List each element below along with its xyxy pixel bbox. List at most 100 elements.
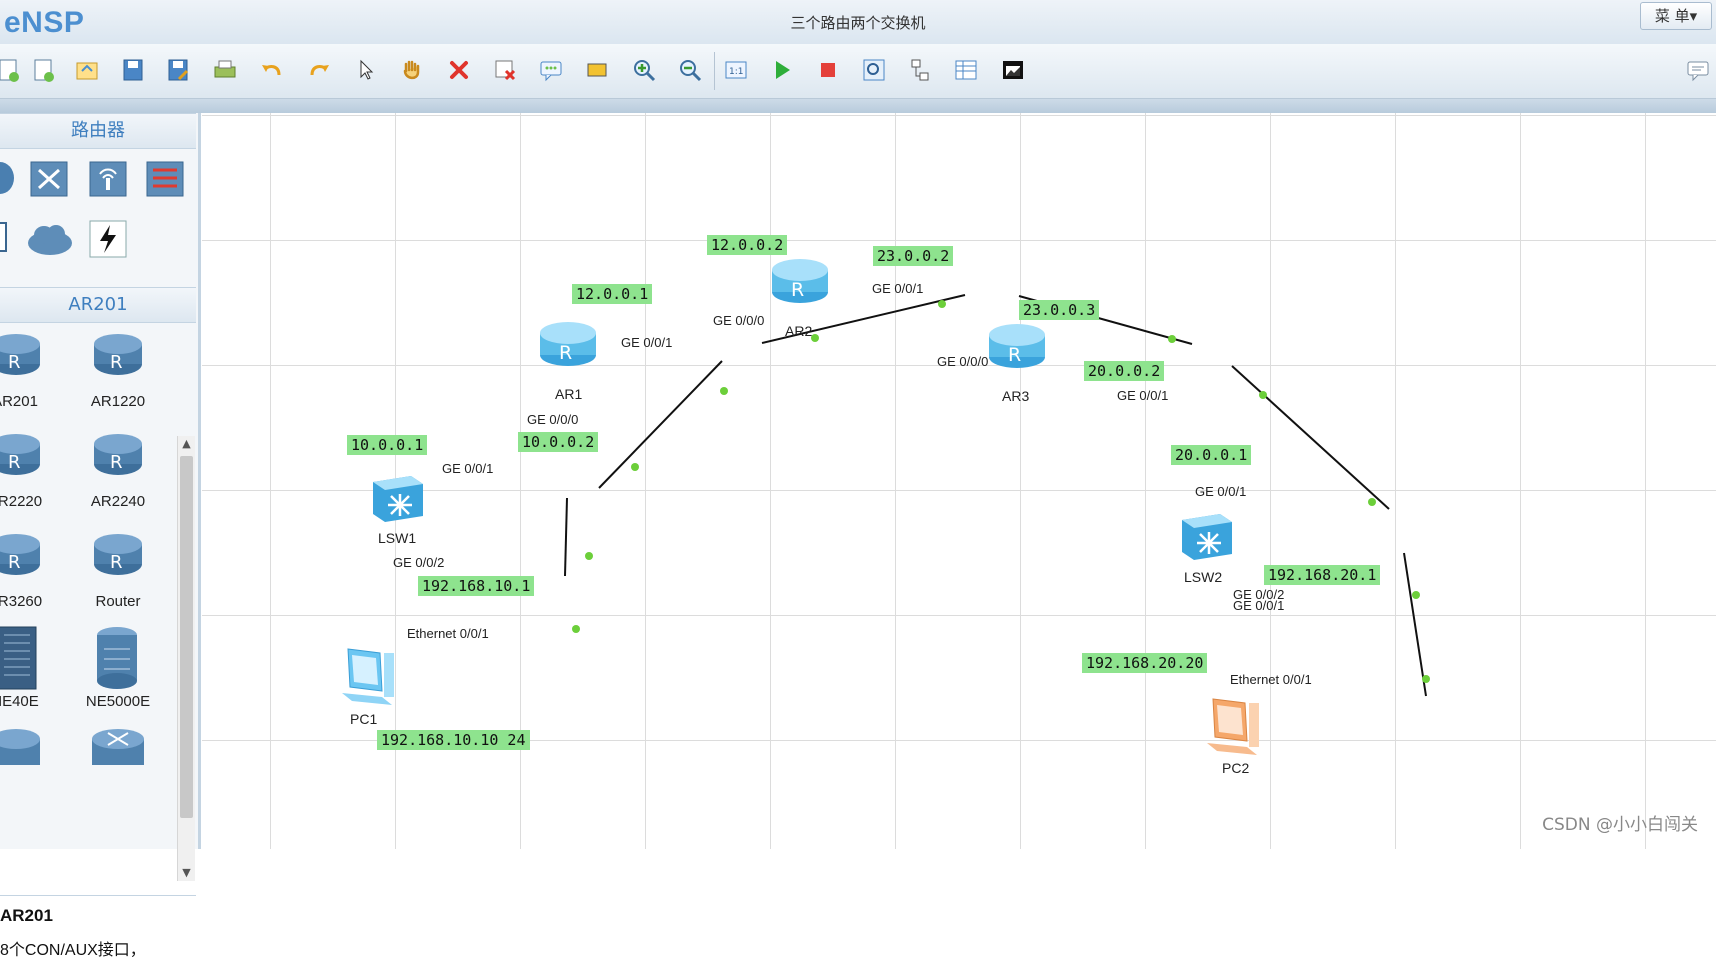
pc-category-icon[interactable] (0, 219, 14, 259)
port-dot (631, 463, 639, 471)
node-label: AR2 (785, 323, 813, 339)
switch-lsw1[interactable] (367, 468, 427, 528)
fit-view-icon[interactable]: 1:1 (721, 55, 751, 85)
save-icon[interactable] (118, 55, 148, 85)
scroll-thumb[interactable] (180, 456, 193, 818)
capture-data-icon[interactable] (859, 55, 889, 85)
port-dot (572, 625, 580, 633)
ip-label: 192.168.20.20 (1082, 653, 1208, 673)
router-device-icon[interactable]: R (0, 430, 44, 482)
link-lsw1-pc1 (564, 497, 568, 577)
port-label: GE 0/0/2 (393, 555, 445, 570)
undo-icon[interactable] (257, 55, 287, 85)
delete-link-icon[interactable] (490, 55, 520, 85)
router-category-icon[interactable] (0, 159, 16, 201)
router-device-icon[interactable]: R (90, 330, 146, 382)
device-list-scrollbar[interactable]: ▲ ▼ (177, 436, 195, 881)
device-label: AR201 (0, 393, 38, 410)
router-device-icon[interactable]: R (90, 530, 146, 582)
start-device-icon[interactable] (767, 55, 797, 85)
redo-icon[interactable] (304, 55, 334, 85)
stop-device-icon[interactable] (813, 55, 843, 85)
toolbar-separator (714, 52, 715, 90)
svg-text:R: R (8, 552, 21, 573)
new-topology-icon[interactable] (0, 55, 24, 85)
ne5000e-device-icon[interactable] (94, 625, 140, 695)
topology-icon[interactable] (905, 55, 935, 85)
select-pointer-icon[interactable] (351, 55, 381, 85)
port-label: GE 0/0/1 (1117, 388, 1169, 403)
open-folder-icon[interactable] (72, 55, 102, 85)
port-dot (1259, 391, 1267, 399)
pc-pc2[interactable] (1197, 693, 1267, 767)
ip-label: 192.168.20.1 (1264, 565, 1381, 585)
port-dot (585, 552, 593, 560)
router-device-icon[interactable]: R (90, 430, 146, 482)
svg-text:R: R (791, 279, 804, 301)
port-dot (1422, 675, 1430, 683)
chat-icon[interactable] (1683, 55, 1713, 85)
topology-canvas[interactable]: R AR1 R AR2 R AR3 LSW1 LSW2 PC1 PC2 GE 0… (202, 113, 1716, 849)
zoom-out-icon[interactable] (675, 55, 705, 85)
port-label: GE 0/0/1 (442, 461, 494, 476)
pan-hand-icon[interactable] (397, 55, 427, 85)
ip-label: 23.0.0.3 (1019, 300, 1100, 320)
device-description: AR201 8个CON/AUX接口， (0, 895, 196, 966)
ne40e-device-icon[interactable] (0, 625, 40, 695)
window-title: 三个路由两个交换机 (790, 14, 926, 32)
router-device-icon[interactable]: R (0, 330, 44, 382)
svg-text:R: R (110, 552, 123, 573)
router-ar2[interactable]: R (769, 256, 831, 310)
ip-label: 192.168.10.10 24 (377, 730, 530, 750)
port-dot (1412, 591, 1420, 599)
svg-text:R: R (110, 352, 123, 373)
firewall-category-icon[interactable] (145, 158, 185, 202)
node-label: AR1 (555, 386, 583, 402)
device-panel: 路由器 AR201 R AR201 R AR1220 R AR2220 R AR… (0, 113, 201, 966)
router-ar3[interactable]: R (986, 321, 1048, 375)
port-label: Ethernet 0/0/1 (407, 626, 489, 641)
switch-category-icon[interactable] (29, 158, 69, 202)
ip-label: 20.0.0.2 (1084, 361, 1165, 381)
palette-icon[interactable] (582, 55, 612, 85)
description-text: 8个CON/AUX接口， (0, 942, 146, 959)
svg-text:R: R (8, 352, 21, 373)
scroll-down-icon[interactable]: ▼ (178, 865, 195, 881)
menu-button[interactable]: 菜 单▾ (1640, 2, 1712, 30)
port-label: GE 0/0/0 (527, 412, 579, 427)
port-label: GE 0/0/1 (872, 281, 924, 296)
zoom-in-icon[interactable] (629, 55, 659, 85)
node-label: AR3 (1002, 388, 1030, 404)
cx-router-device-icon[interactable] (88, 725, 148, 769)
device-label: AR3260 (0, 593, 43, 610)
device-label: Router (95, 593, 141, 610)
ar201-category-header: AR201 (0, 287, 196, 323)
screenshot-icon[interactable] (998, 55, 1028, 85)
router-device-icon[interactable]: R (0, 530, 44, 582)
ip-label: 20.0.0.1 (1171, 445, 1252, 465)
wireless-category-icon[interactable] (88, 158, 128, 202)
router-device-icon[interactable] (0, 725, 44, 769)
pc-pc1[interactable] (332, 643, 402, 717)
watermark: CSDN @小小白闯关 (1542, 815, 1698, 835)
toolbar: 1:1 (0, 44, 1716, 99)
cloud-category-icon[interactable] (26, 219, 74, 263)
ip-label: 10.0.0.1 (347, 435, 428, 455)
add-text-icon[interactable] (536, 55, 566, 85)
link-lsw2-pc2 (1403, 552, 1427, 697)
switch-lsw2[interactable] (1176, 506, 1236, 566)
port-dot (720, 387, 728, 395)
table-icon[interactable] (951, 55, 981, 85)
svg-text:R: R (8, 452, 21, 473)
svg-text:R: R (110, 452, 123, 473)
router-ar1[interactable]: R (537, 319, 599, 373)
print-icon[interactable] (210, 55, 240, 85)
scroll-up-icon[interactable]: ▲ (178, 436, 195, 452)
delete-icon[interactable] (444, 55, 474, 85)
link-ar3-lsw2 (1231, 365, 1390, 510)
port-dot (938, 300, 946, 308)
svg-text:1:1: 1:1 (729, 67, 743, 77)
auto-link-icon[interactable] (88, 219, 128, 263)
new-file-icon[interactable] (28, 55, 58, 85)
save-as-icon[interactable] (163, 55, 193, 85)
